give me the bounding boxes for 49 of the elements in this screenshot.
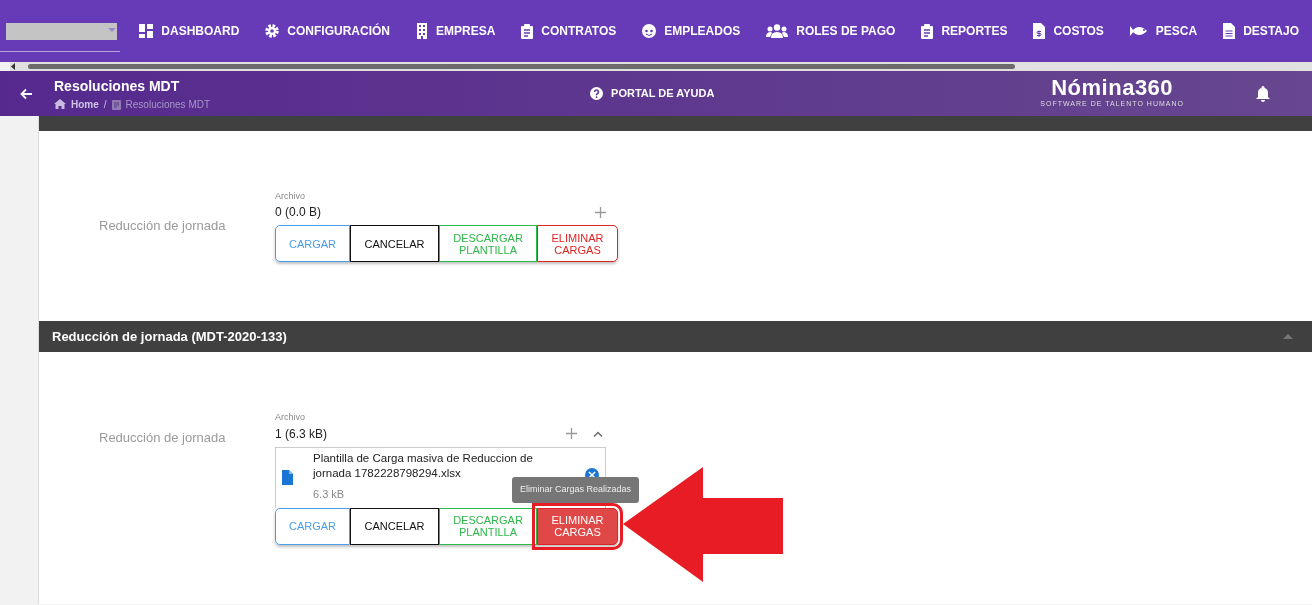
nav-link[interactable]: DASHBOARD <box>126 22 253 40</box>
fish-icon <box>1129 24 1148 38</box>
home-icon <box>54 99 66 109</box>
people-icon <box>766 24 789 38</box>
file-size: 6.3 kB <box>313 486 345 502</box>
clipboard-icon <box>521 23 534 39</box>
nav-link[interactable]: COSTOS <box>1020 22 1117 40</box>
collapse-caret-icon[interactable] <box>1283 334 1293 339</box>
help-portal-link[interactable]: PORTAL DE AYUDA <box>590 85 715 102</box>
nav-link[interactable]: PESCA <box>1116 22 1211 40</box>
clipboard-icon <box>921 23 934 39</box>
building-icon <box>416 23 428 39</box>
add-icon[interactable] <box>595 206 606 218</box>
nav-link[interactable]: EMPRESA <box>403 22 509 40</box>
delete-uploads-button[interactable]: ELIMINAR CARGAS <box>537 225 618 263</box>
nav-link[interactable]: ROLES DE PAGO <box>753 22 909 40</box>
nav-link[interactable]: DESTAJO <box>1210 22 1312 40</box>
file-icon <box>282 470 293 485</box>
invoice-icon <box>1033 23 1046 39</box>
nav-link[interactable]: EMPLEADOS <box>629 22 754 40</box>
horizontal-scrollbar[interactable] <box>10 62 1312 71</box>
notification-bell-icon[interactable] <box>1255 85 1270 102</box>
field-caption: Archivo <box>275 189 306 203</box>
cancel-button[interactable]: CANCELAR <box>350 225 439 263</box>
add-icon[interactable] <box>566 428 577 439</box>
nav-link[interactable]: REPORTES <box>908 22 1021 40</box>
field-label: Reducción de jornada <box>98 429 227 447</box>
page-title: Resoluciones MDT <box>54 76 181 96</box>
tooltip: Eliminar Cargas Realizadas <box>512 477 640 503</box>
nav-link[interactable]: CONTRATOS <box>508 22 630 40</box>
settings-icon <box>265 24 280 38</box>
cancel-button[interactable]: CANCELAR <box>350 507 439 545</box>
help-icon <box>590 87 604 100</box>
breadcrumb-separator: / <box>103 97 107 112</box>
document-icon <box>1223 23 1236 39</box>
brand-logo-text: Nómina360 <box>1051 77 1174 100</box>
back-arrow-icon[interactable] <box>20 87 32 100</box>
face-icon <box>642 24 657 38</box>
clipboard-icon <box>111 98 121 110</box>
scroll-left-icon[interactable] <box>10 63 16 70</box>
file-count-summary: 0 (0.0 B) <box>275 204 322 222</box>
collapse-chevron-icon[interactable] <box>593 430 603 437</box>
breadcrumb-link[interactable]: Home <box>71 96 99 112</box>
section-header[interactable]: Reducción de jornada (MDT-2020-133) <box>39 321 1312 352</box>
field-caption: Archivo <box>275 411 306 424</box>
dashboard-icon <box>139 24 154 38</box>
file-count-summary: 1 (6.3 kB) <box>275 425 328 443</box>
nav-link[interactable]: CONFIGURACIÓN <box>252 22 403 40</box>
field-label: Reducción de jornada <box>98 217 227 236</box>
